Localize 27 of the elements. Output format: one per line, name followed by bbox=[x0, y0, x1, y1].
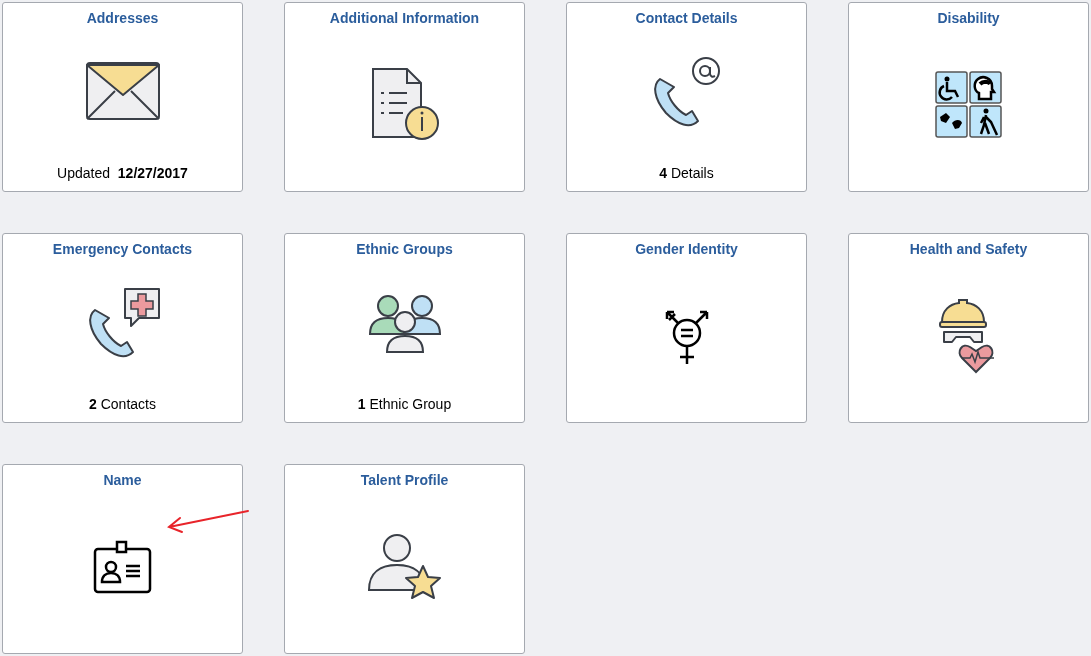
envelope-icon bbox=[84, 60, 161, 123]
tile-card[interactable]: Addresses Updated 12/27/2017 bbox=[2, 2, 243, 192]
tile-footer: 4 Details bbox=[659, 165, 714, 181]
tile-title: Contact Details bbox=[635, 10, 738, 26]
tile-card[interactable]: Health and Safety bbox=[848, 233, 1089, 423]
id-badge-icon bbox=[92, 539, 153, 594]
tile-footer: 1 Ethnic Group bbox=[357, 396, 452, 412]
tile-footer: Updated 12/27/2017 bbox=[57, 165, 188, 181]
tile-title: Health and Safety bbox=[909, 241, 1028, 257]
tile-card[interactable]: Ethnic Groups 1 Ethnic Group bbox=[284, 233, 525, 423]
tile-card[interactable]: Disability bbox=[848, 2, 1089, 192]
tile-footer: 2 Contacts bbox=[89, 396, 156, 412]
tile-card[interactable]: Contact Details 4 Details bbox=[566, 2, 807, 192]
person-star-icon bbox=[366, 531, 443, 602]
tile-title: Talent Profile bbox=[360, 472, 449, 488]
tile-title: Additional Information bbox=[329, 10, 480, 26]
tile-title: Disability bbox=[937, 10, 1000, 26]
tile-title: Name bbox=[103, 472, 142, 488]
tile-card[interactable]: Talent Profile bbox=[284, 464, 525, 654]
tile-title: Gender Identity bbox=[635, 241, 738, 257]
disability-icons bbox=[934, 70, 1003, 139]
tile-card[interactable]: Gender Identity bbox=[566, 233, 807, 423]
tile-title: Emergency Contacts bbox=[52, 241, 193, 257]
tile-title: Ethnic Groups bbox=[356, 241, 453, 257]
tile-title: Addresses bbox=[86, 10, 159, 26]
tile-card[interactable]: Additional Information bbox=[284, 2, 525, 192]
tile-card[interactable]: Emergency Contacts 2 Contacts bbox=[2, 233, 243, 423]
